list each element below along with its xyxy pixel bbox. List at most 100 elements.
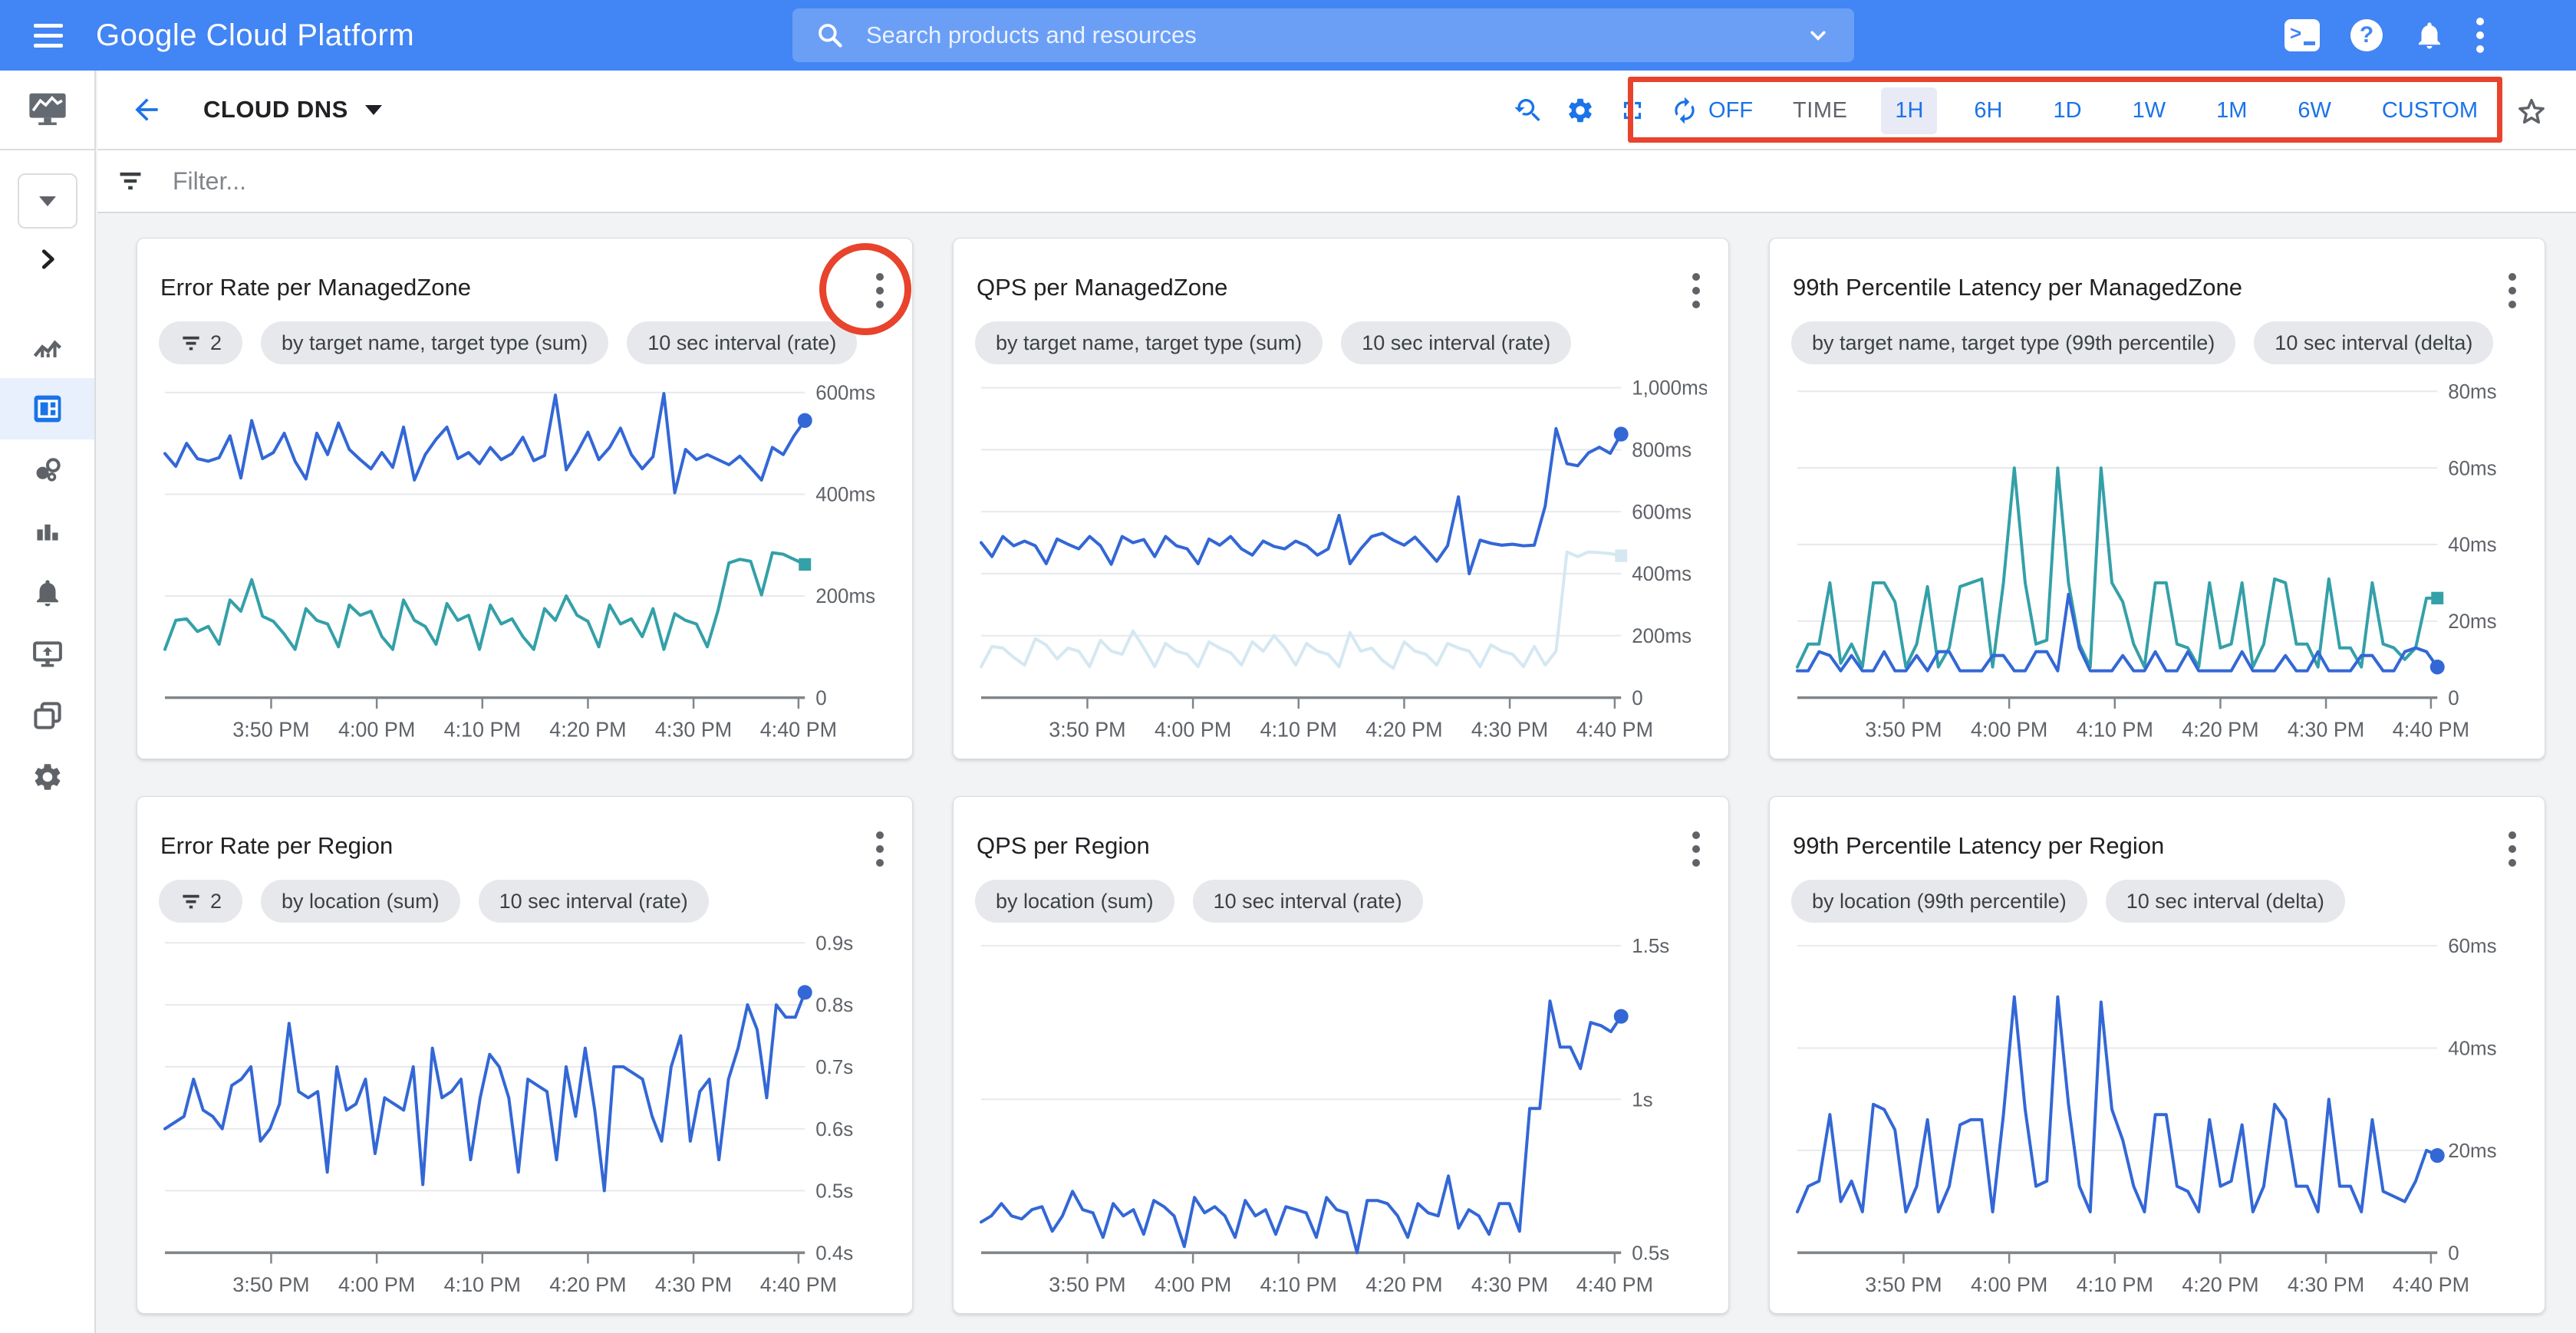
menu-icon[interactable] xyxy=(0,24,96,48)
svg-text:4:20 PM: 4:20 PM xyxy=(1365,1272,1442,1296)
nav-dashboards-icon[interactable] xyxy=(0,378,94,439)
nav-settings-gear-icon[interactable] xyxy=(0,746,94,808)
dashboard-content: Error Rate per ManagedZone 2 by target n… xyxy=(97,213,2576,1333)
more-options-icon[interactable] xyxy=(2476,18,2484,53)
svg-text:4:00 PM: 4:00 PM xyxy=(1155,717,1231,741)
nav-groups-icon[interactable] xyxy=(0,439,94,501)
refresh-off-label[interactable]: OFF xyxy=(1708,98,1753,123)
svg-text:4:30 PM: 4:30 PM xyxy=(655,717,732,741)
nav-uptime-monitor-icon[interactable] xyxy=(0,624,94,685)
search-input[interactable]: Search products and resources xyxy=(792,8,1854,62)
nav-stacked-windows-icon[interactable] xyxy=(0,685,94,746)
groupby-chip[interactable]: by location (sum) xyxy=(261,880,460,923)
svg-text:20ms: 20ms xyxy=(2448,610,2496,633)
page-header: CLOUD DNS OFF TIME 1H 6H 1D 1W 1M 6W CUS… xyxy=(97,71,2576,150)
svg-text:400ms: 400ms xyxy=(1632,562,1692,585)
fullscreen-icon[interactable] xyxy=(1618,96,1647,125)
svg-text:4:20 PM: 4:20 PM xyxy=(549,717,626,741)
filter-bar[interactable]: Filter... xyxy=(97,150,2576,213)
notifications-bell-icon[interactable] xyxy=(2413,19,2446,51)
svg-text:600ms: 600ms xyxy=(815,381,875,404)
svg-text:4:40 PM: 4:40 PM xyxy=(760,1272,837,1296)
svg-text:4:00 PM: 4:00 PM xyxy=(1971,717,2047,741)
interval-chip[interactable]: 10 sec interval (rate) xyxy=(479,880,709,923)
svg-text:60ms: 60ms xyxy=(2448,456,2496,479)
svg-text:4:40 PM: 4:40 PM xyxy=(2393,1272,2469,1296)
svg-text:0.5s: 0.5s xyxy=(1632,1241,1669,1264)
expand-rail-chevron-icon[interactable] xyxy=(0,229,94,290)
groupby-chip[interactable]: by target name, target type (99th percen… xyxy=(1791,321,2235,364)
nav-bar-chart-icon[interactable] xyxy=(0,501,94,562)
chart-card-qps-managedzone: QPS per ManagedZone by target name, targ… xyxy=(953,238,1729,759)
svg-text:4:40 PM: 4:40 PM xyxy=(1576,717,1653,741)
chart-menu-icon[interactable] xyxy=(1684,268,1708,318)
svg-text:60ms: 60ms xyxy=(2448,934,2496,957)
interval-chip[interactable]: 10 sec interval (rate) xyxy=(1341,321,1571,364)
favorite-star-icon[interactable] xyxy=(2515,71,2548,150)
groupby-chip[interactable]: by target name, target type (sum) xyxy=(261,321,608,364)
chart-menu-icon[interactable] xyxy=(868,268,892,318)
groupby-chip[interactable]: by location (99th percentile) xyxy=(1791,880,2087,923)
nav-line-chart-icon[interactable] xyxy=(0,317,94,378)
chart-plot-area[interactable]: 0.9s0.8s0.7s0.6s0.5s0.4s3:50 PM4:00 PM4:… xyxy=(159,920,891,1307)
interval-chip[interactable]: 10 sec interval (rate) xyxy=(627,321,857,364)
svg-text:4:00 PM: 4:00 PM xyxy=(338,717,415,741)
filter-placeholder: Filter... xyxy=(173,167,246,196)
svg-text:1,000ms: 1,000ms xyxy=(1632,376,1707,399)
range-1w-button[interactable]: 1W xyxy=(2119,87,2180,134)
chart-plot-area[interactable]: 1,000ms800ms600ms400ms200ms03:50 PM4:00 … xyxy=(975,361,1707,752)
svg-text:3:50 PM: 3:50 PM xyxy=(1865,1272,1942,1296)
interval-chip[interactable]: 10 sec interval (rate) xyxy=(1193,880,1423,923)
chart-menu-icon[interactable] xyxy=(2500,268,2525,318)
svg-text:4:00 PM: 4:00 PM xyxy=(338,1272,415,1296)
cloud-shell-icon[interactable]: > xyxy=(2284,19,2320,51)
svg-text:4:10 PM: 4:10 PM xyxy=(2077,717,2153,741)
chart-plot-area[interactable]: 60ms40ms20ms03:50 PM4:00 PM4:10 PM4:20 P… xyxy=(1791,920,2523,1307)
chart-plot-area[interactable]: 80ms60ms40ms20ms03:50 PM4:00 PM4:10 PM4:… xyxy=(1791,361,2523,752)
svg-text:0.9s: 0.9s xyxy=(815,931,853,954)
svg-text:4:30 PM: 4:30 PM xyxy=(655,1272,732,1296)
interval-chip[interactable]: 10 sec interval (delta) xyxy=(2106,880,2345,923)
svg-text:0: 0 xyxy=(2448,686,2459,709)
settings-gear-icon[interactable] xyxy=(1566,96,1595,125)
range-6w-button[interactable]: 6W xyxy=(2284,87,2345,134)
chart-plot-area[interactable]: 600ms400ms200ms03:50 PM4:00 PM4:10 PM4:2… xyxy=(159,361,891,752)
chart-card-error-rate-managedzone: Error Rate per ManagedZone 2 by target n… xyxy=(137,238,913,759)
range-custom-button[interactable]: CUSTOM xyxy=(2368,87,2492,134)
interval-chip[interactable]: 10 sec interval (delta) xyxy=(2254,321,2493,364)
range-6h-button[interactable]: 6H xyxy=(1960,87,2016,134)
range-1m-button[interactable]: 1M xyxy=(2202,87,2261,134)
chart-plot-area[interactable]: 1.5s1s0.5s3:50 PM4:00 PM4:10 PM4:20 PM4:… xyxy=(975,920,1707,1307)
workspace-dropdown[interactable] xyxy=(18,173,77,229)
chevron-down-icon[interactable] xyxy=(1805,22,1831,48)
time-controls-toolbar: OFF TIME 1H 6H 1D 1W 1M 6W CUSTOM xyxy=(1512,71,2492,150)
filter-count-chip[interactable]: 2 xyxy=(159,880,242,923)
svg-text:3:50 PM: 3:50 PM xyxy=(232,717,309,741)
chart-menu-icon[interactable] xyxy=(1684,826,1708,876)
svg-text:80ms: 80ms xyxy=(2448,380,2496,403)
chart-menu-icon[interactable] xyxy=(2500,826,2525,876)
auto-refresh-icon[interactable] xyxy=(1670,96,1699,125)
chart-card-latency-region: 99th Percentile Latency per Region by lo… xyxy=(1769,796,2545,1314)
svg-text:4:30 PM: 4:30 PM xyxy=(1471,717,1548,741)
chart-title: 99th Percentile Latency per Region xyxy=(1793,832,2164,860)
groupby-chip[interactable]: by target name, target type (sum) xyxy=(975,321,1323,364)
chart-menu-icon[interactable] xyxy=(868,826,892,876)
svg-text:4:20 PM: 4:20 PM xyxy=(2182,1272,2258,1296)
help-icon[interactable]: ? xyxy=(2350,19,2383,51)
svg-text:0: 0 xyxy=(2448,1241,2459,1264)
svg-text:3:50 PM: 3:50 PM xyxy=(232,1272,309,1296)
reset-zoom-icon[interactable] xyxy=(1512,95,1543,126)
svg-text:1.5s: 1.5s xyxy=(1632,934,1669,957)
filter-icon xyxy=(180,331,203,354)
back-arrow-icon[interactable] xyxy=(130,93,163,127)
svg-text:4:10 PM: 4:10 PM xyxy=(444,1272,521,1296)
range-1d-button[interactable]: 1D xyxy=(2039,87,2095,134)
groupby-chip[interactable]: by location (sum) xyxy=(975,880,1174,923)
svg-text:4:10 PM: 4:10 PM xyxy=(444,717,521,741)
range-1h-button[interactable]: 1H xyxy=(1881,87,1937,134)
dashboard-dropdown-caret-icon[interactable] xyxy=(365,105,382,115)
filter-count-chip[interactable]: 2 xyxy=(159,321,242,364)
monitoring-logo-icon[interactable] xyxy=(28,91,68,128)
nav-alerting-bell-icon[interactable] xyxy=(0,562,94,624)
